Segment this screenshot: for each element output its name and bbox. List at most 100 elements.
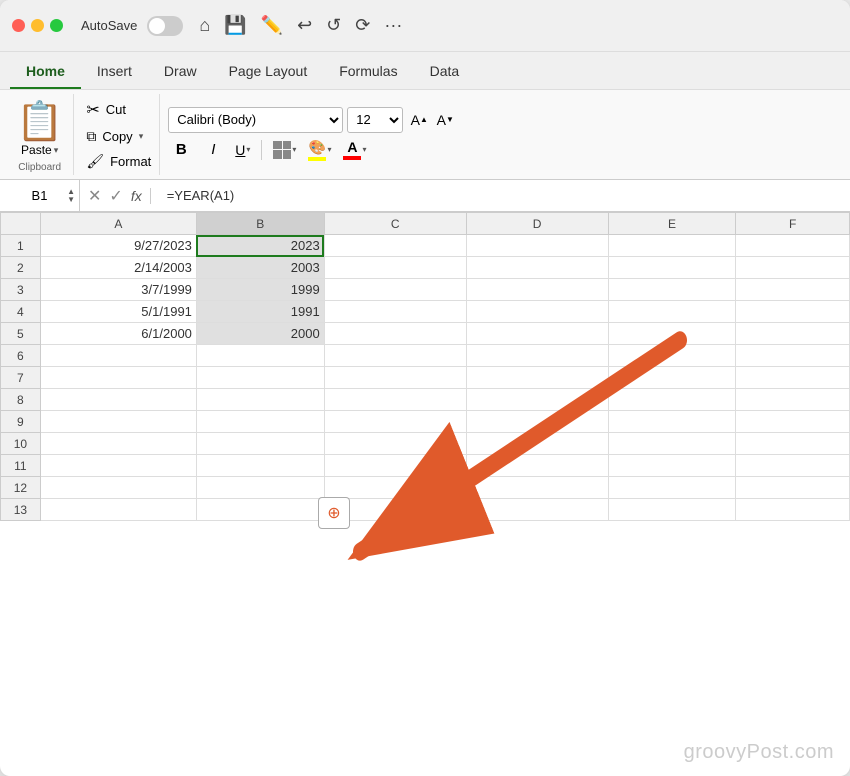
cell-b6[interactable] xyxy=(196,345,324,367)
cell-b2[interactable]: 2003 xyxy=(196,257,324,279)
row-header-13[interactable]: 13 xyxy=(1,499,41,521)
cell-d1[interactable] xyxy=(466,235,608,257)
cell-c12[interactable] xyxy=(324,477,466,499)
col-header-c[interactable]: C xyxy=(324,213,466,235)
row-header-1[interactable]: 1 xyxy=(1,235,41,257)
font-color-button[interactable]: A ▾ xyxy=(340,137,369,162)
cancel-formula-icon[interactable]: ✕ xyxy=(88,186,101,206)
cell-b5[interactable]: 2000 xyxy=(196,323,324,345)
row-header-5[interactable]: 5 xyxy=(1,323,41,345)
confirm-formula-icon[interactable]: ✓ xyxy=(109,186,122,206)
cell-a1[interactable]: 9/27/2023 xyxy=(40,235,196,257)
col-header-f[interactable]: F xyxy=(736,213,850,235)
cell-c2[interactable] xyxy=(324,257,466,279)
cell-e11[interactable] xyxy=(608,455,736,477)
font-size-select[interactable]: 12 xyxy=(347,107,403,133)
cell-e2[interactable] xyxy=(608,257,736,279)
cell-e5[interactable] xyxy=(608,323,736,345)
cell-c1[interactable] xyxy=(324,235,466,257)
font-family-select[interactable]: Calibri (Body) xyxy=(168,107,343,133)
cell-c3[interactable] xyxy=(324,279,466,301)
cell-d4[interactable] xyxy=(466,301,608,323)
redo-icon[interactable]: ↺ xyxy=(326,15,341,36)
cell-d10[interactable] xyxy=(466,433,608,455)
cell-a10[interactable] xyxy=(40,433,196,455)
cell-d2[interactable] xyxy=(466,257,608,279)
formula-input[interactable] xyxy=(159,188,850,203)
edit-icon[interactable]: ✏️ xyxy=(261,15,283,36)
cell-a6[interactable] xyxy=(40,345,196,367)
cell-e6[interactable] xyxy=(608,345,736,367)
row-header-7[interactable]: 7 xyxy=(1,367,41,389)
cell-a11[interactable] xyxy=(40,455,196,477)
cell-b13[interactable] xyxy=(196,499,324,521)
tab-data[interactable]: Data xyxy=(414,57,476,89)
cell-e1[interactable] xyxy=(608,235,736,257)
row-header-12[interactable]: 12 xyxy=(1,477,41,499)
save-icon[interactable]: 💾 xyxy=(224,15,246,36)
copy-arrow[interactable]: ▾ xyxy=(139,131,144,142)
cell-a8[interactable] xyxy=(40,389,196,411)
cell-d8[interactable] xyxy=(466,389,608,411)
cell-a7[interactable] xyxy=(40,367,196,389)
cell-c8[interactable] xyxy=(324,389,466,411)
paste-dropdown-arrow[interactable]: ▾ xyxy=(54,145,59,156)
cell-b4[interactable]: 1991 xyxy=(196,301,324,323)
row-header-10[interactable]: 10 xyxy=(1,433,41,455)
borders-dropdown-arrow[interactable]: ▾ xyxy=(292,145,296,154)
cell-b12[interactable] xyxy=(196,477,324,499)
font-color-dropdown-arrow[interactable]: ▾ xyxy=(362,145,366,154)
tab-home[interactable]: Home xyxy=(10,57,81,89)
cell-e8[interactable] xyxy=(608,389,736,411)
tab-page-layout[interactable]: Page Layout xyxy=(213,57,324,89)
format-button[interactable]: 🖌 Format xyxy=(82,151,155,172)
fill-color-button[interactable]: 🎨 ▾ xyxy=(305,137,334,163)
refresh-icon[interactable]: ⟳ xyxy=(355,15,370,36)
cell-a5[interactable]: 6/1/2000 xyxy=(40,323,196,345)
cell-a13[interactable] xyxy=(40,499,196,521)
cell-d11[interactable] xyxy=(466,455,608,477)
minimize-button[interactable] xyxy=(31,19,44,32)
cell-b10[interactable] xyxy=(196,433,324,455)
cell-f10[interactable] xyxy=(736,433,850,455)
cell-b1[interactable]: 2023 xyxy=(196,235,324,257)
cell-f6[interactable] xyxy=(736,345,850,367)
cell-f3[interactable] xyxy=(736,279,850,301)
tab-draw[interactable]: Draw xyxy=(148,57,213,89)
tab-formulas[interactable]: Formulas xyxy=(323,57,413,89)
cell-f2[interactable] xyxy=(736,257,850,279)
increase-font-size-button[interactable]: A▲ xyxy=(407,108,431,132)
cell-c5[interactable] xyxy=(324,323,466,345)
cell-f12[interactable] xyxy=(736,477,850,499)
cell-c6[interactable] xyxy=(324,345,466,367)
cell-e7[interactable] xyxy=(608,367,736,389)
undo-icon[interactable]: ↩ xyxy=(297,15,312,36)
cell-a2[interactable]: 2/14/2003 xyxy=(40,257,196,279)
cell-b11[interactable] xyxy=(196,455,324,477)
cell-d7[interactable] xyxy=(466,367,608,389)
cell-b3[interactable]: 1999 xyxy=(196,279,324,301)
cell-a12[interactable] xyxy=(40,477,196,499)
fill-color-dropdown-arrow[interactable]: ▾ xyxy=(327,145,331,154)
more-icon[interactable]: ··· xyxy=(384,15,402,36)
row-header-3[interactable]: 3 xyxy=(1,279,41,301)
cell-b7[interactable] xyxy=(196,367,324,389)
autofill-icon[interactable]: ⊕ xyxy=(318,497,350,529)
col-header-d[interactable]: D xyxy=(466,213,608,235)
close-button[interactable] xyxy=(12,19,25,32)
cell-e13[interactable] xyxy=(608,499,736,521)
row-header-2[interactable]: 2 xyxy=(1,257,41,279)
autosave-toggle[interactable] xyxy=(147,16,183,36)
row-header-9[interactable]: 9 xyxy=(1,411,41,433)
home-icon[interactable]: ⌂ xyxy=(199,15,210,36)
decrease-font-size-button[interactable]: A▼ xyxy=(433,108,457,132)
tab-insert[interactable]: Insert xyxy=(81,57,148,89)
cell-d5[interactable] xyxy=(466,323,608,345)
cell-reference-box[interactable]: B1 ▲ ▼ xyxy=(0,180,80,211)
cell-e4[interactable] xyxy=(608,301,736,323)
cell-f5[interactable] xyxy=(736,323,850,345)
paste-label[interactable]: Paste xyxy=(21,143,52,157)
cell-e3[interactable] xyxy=(608,279,736,301)
cell-b9[interactable] xyxy=(196,411,324,433)
cell-d12[interactable] xyxy=(466,477,608,499)
